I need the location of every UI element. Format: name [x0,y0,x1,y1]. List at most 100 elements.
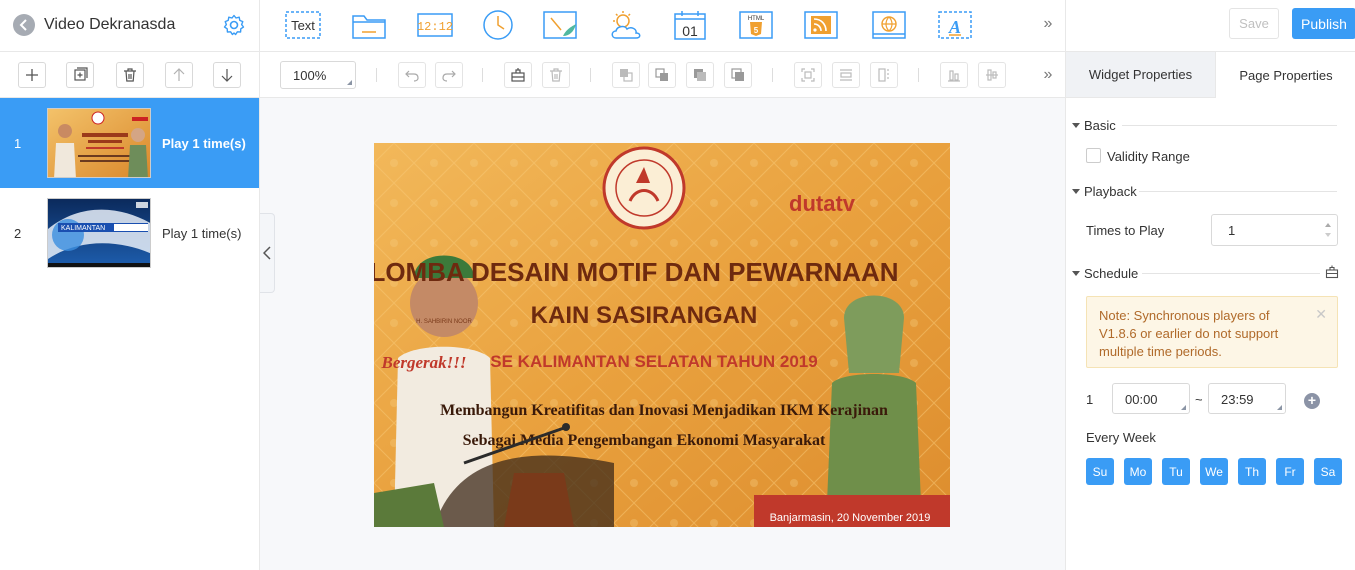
page-number: 2 [14,226,22,241]
times-to-play-value: 1 [1228,223,1236,238]
rss-icon[interactable] [802,8,840,42]
zoom-select[interactable]: 100% [280,61,356,89]
day-monday-button[interactable]: Mo [1124,458,1152,485]
delete-widget-button[interactable] [542,62,570,88]
page-play-count: Play 1 time(s) [162,136,246,151]
edit-toolbar: 100% » [260,52,1065,98]
send-backward-icon [694,69,706,81]
fit-width-button[interactable] [832,62,860,88]
schedule-section-header[interactable]: Schedule [1072,266,1138,281]
more-widgets-icon[interactable]: » [1038,14,1058,34]
tab-widget-properties[interactable]: Widget Properties [1066,52,1216,98]
more-tools-icon[interactable]: » [1038,65,1058,85]
every-week-label: Every Week [1086,430,1156,445]
divider [1142,273,1320,274]
trash-icon [124,68,136,82]
add-page-button[interactable] [18,62,46,88]
thumbnail-banner-text: KALIMANTAN [61,225,105,232]
divider [590,68,591,82]
align-bottom-button[interactable] [940,62,968,88]
day-tuesday-button[interactable]: Tu [1162,458,1190,485]
page-play-count: Play 1 time(s) [162,226,242,241]
countdown-calendar-icon[interactable]: 01 [671,8,709,42]
dropdown-corner-icon [347,80,352,85]
digital-clock-icon[interactable]: 12:12 [416,8,454,42]
copy-page-button[interactable] [66,62,94,88]
program-header: Video Dekranasda [0,0,260,52]
divider [376,68,377,82]
end-time-input[interactable]: 23:59 [1208,383,1286,414]
move-page-down-button[interactable] [213,62,241,88]
redo-button[interactable] [435,62,463,88]
page-thumbnail [47,108,151,178]
chevron-left-icon [263,246,271,260]
caret-down-icon [1072,189,1080,194]
weather-icon[interactable] [607,8,645,42]
publish-button[interactable]: Publish [1292,8,1355,39]
publish-header: Save Publish [1065,0,1355,52]
bring-forward-button[interactable] [648,62,676,88]
web-globe-icon[interactable] [870,8,908,42]
back-button[interactable] [13,14,35,36]
day-friday-button[interactable]: Fr [1276,458,1304,485]
dropdown-corner-icon [1277,405,1282,410]
copy-icon [74,67,88,81]
analog-clock-icon[interactable] [479,8,517,42]
page-item-1[interactable]: 1 Play 1 time(s) [0,98,259,188]
effect-text-icon[interactable]: A [936,8,974,42]
save-button[interactable]: Save [1229,8,1279,39]
settings-gear-icon[interactable] [222,13,246,37]
divider [1139,191,1337,192]
text-widget-icon[interactable]: Text [284,8,322,42]
playback-section-title: Playback [1084,184,1137,199]
validity-range-label: Validity Range [1107,149,1190,164]
video-preview[interactable]: H. SAHBIRIN NOOR dutatv LOMBA DESAIN MOT… [374,143,950,527]
delete-page-button[interactable] [116,62,144,88]
period-index: 1 [1086,392,1094,407]
send-backward-button[interactable] [686,62,714,88]
folder-media-icon[interactable] [350,8,388,42]
playback-section-header[interactable]: Playback [1072,184,1137,199]
bring-forward-icon [655,68,668,81]
stage-footer: Banjarmasin, 20 November 2019 [770,512,931,524]
channel-logo: dutatv [789,191,856,216]
browser-widget-icon[interactable] [541,8,579,42]
basic-section-title: Basic [1084,118,1116,133]
increment-icon[interactable] [1325,223,1331,227]
divider [482,68,483,82]
add-period-plus-icon[interactable]: + [1304,393,1320,409]
text-widget-label: Text [291,18,315,33]
fit-width-icon [840,69,852,81]
stage-headline-3: SE KALIMANTAN SELATAN TAHUN 2019 [490,352,817,371]
times-to-play-input[interactable]: 1 [1211,214,1338,246]
fit-screen-button[interactable] [794,62,822,88]
decrement-icon[interactable] [1325,233,1331,237]
day-sunday-button[interactable]: Su [1086,458,1114,485]
schedule-settings-icon[interactable] [1325,265,1339,279]
day-saturday-button[interactable]: Sa [1314,458,1342,485]
bring-front-icon [620,69,633,82]
fit-height-button[interactable] [870,62,898,88]
align-center-icon [986,69,998,81]
basic-section-header[interactable]: Basic [1072,118,1116,133]
close-icon[interactable]: ✕ [1315,305,1327,323]
day-thursday-button[interactable]: Th [1238,458,1266,485]
countdown-label: 01 [682,23,698,39]
collapse-panel-handle[interactable] [260,213,275,293]
arrow-up-icon [173,68,185,81]
times-to-play-label: Times to Play [1086,223,1165,238]
bring-to-front-button[interactable] [612,62,640,88]
undo-icon [405,70,419,82]
send-to-back-button[interactable] [724,62,752,88]
chevron-left-icon [19,19,27,31]
toggle-widget-list-button[interactable] [504,62,532,88]
page-item-2[interactable]: 2 KALIMANTAN Play 1 time(s) [0,188,259,278]
validity-range-checkbox[interactable] [1086,148,1101,163]
move-page-up-button[interactable] [165,62,193,88]
tab-page-properties[interactable]: Page Properties [1216,52,1355,98]
undo-button[interactable] [398,62,426,88]
html5-icon[interactable]: HTML 5 [737,8,775,42]
day-wednesday-button[interactable]: We [1200,458,1228,485]
align-center-button[interactable] [978,62,1006,88]
start-time-input[interactable]: 00:00 [1112,383,1190,414]
